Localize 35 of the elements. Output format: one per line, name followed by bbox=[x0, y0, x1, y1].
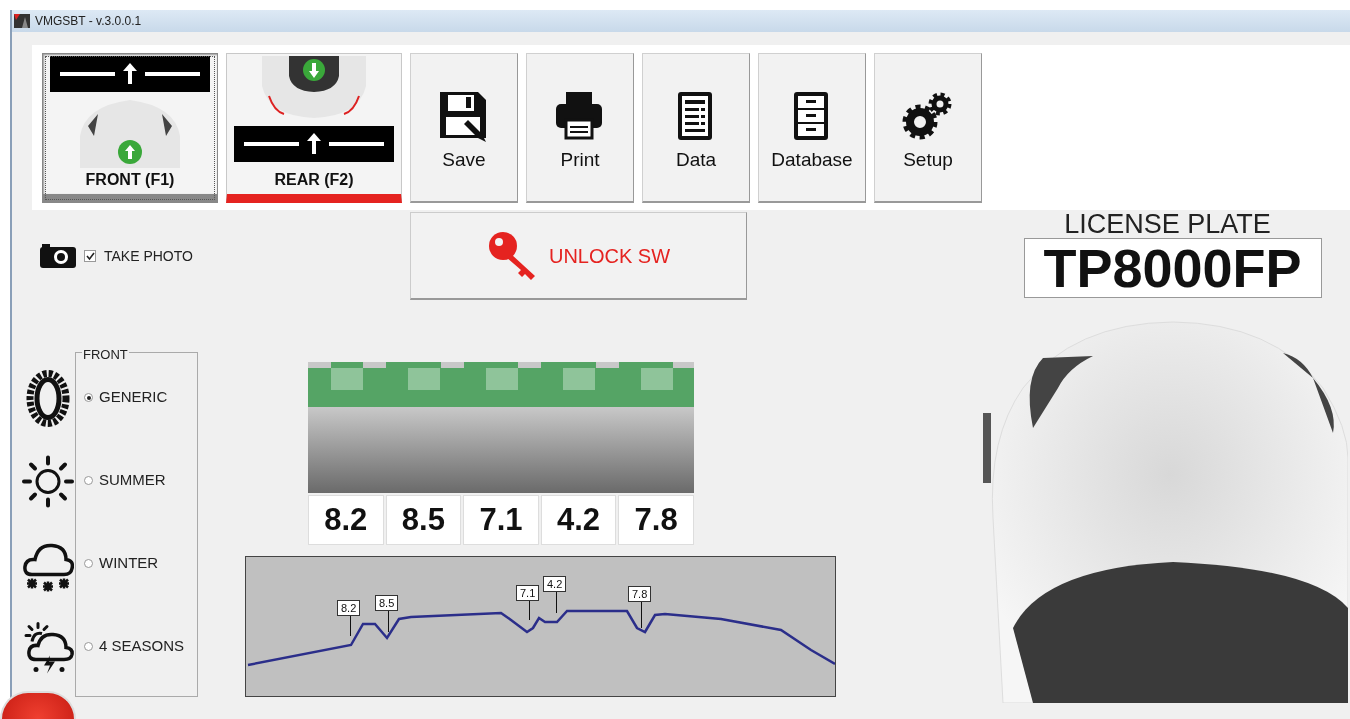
unlock-button[interactable]: UNLOCK SW bbox=[410, 212, 747, 300]
car-arrow-icon bbox=[49, 56, 211, 168]
tread-depth-reading: 8.2 bbox=[308, 495, 384, 545]
profile-marker-label: 7.8 bbox=[628, 586, 652, 602]
tire-type-radio[interactable]: GENERIC bbox=[84, 388, 197, 407]
profile-marker-label: 8.2 bbox=[337, 600, 361, 616]
leader-line bbox=[388, 611, 389, 632]
leader-line bbox=[350, 616, 351, 636]
tire-type-radio[interactable]: WINTER bbox=[84, 554, 197, 573]
toolbar-button[interactable]: Data bbox=[642, 53, 750, 203]
toolbar-button[interactable]: Save bbox=[410, 53, 518, 203]
tread-depth-reading: 7.8 bbox=[618, 495, 694, 545]
take-photo-label: TAKE PHOTO bbox=[104, 246, 193, 266]
toolbar-button[interactable]: Setup bbox=[874, 53, 982, 203]
tread-depth-reading: 7.1 bbox=[463, 495, 539, 545]
axle-tab[interactable]: REAR (F2) bbox=[226, 53, 402, 203]
profile-marker-label: 4.2 bbox=[543, 576, 567, 592]
tire-type-radio[interactable]: 4 SEASONS bbox=[84, 637, 197, 656]
tread-depth-reading: 4.2 bbox=[540, 495, 617, 545]
app-logo-icon bbox=[14, 14, 30, 28]
profile-marker-label: 7.1 bbox=[516, 585, 540, 601]
leader-line bbox=[556, 592, 557, 613]
camera-icon bbox=[40, 244, 76, 268]
license-plate-field[interactable]: TP8000FP bbox=[1023, 238, 1322, 298]
license-plate-label: LICENSE PLATE bbox=[1064, 210, 1271, 238]
tread-depth-reading: 8.5 bbox=[385, 495, 462, 545]
window-title: VMGSBT - v.3.0.0.1 bbox=[35, 13, 142, 30]
axle-tab[interactable]: FRONT (F1) bbox=[42, 53, 218, 203]
leader-line bbox=[529, 601, 530, 620]
take-photo-checkbox[interactable] bbox=[84, 250, 96, 262]
leader-line bbox=[641, 602, 642, 628]
tire-type-radio[interactable]: SUMMER bbox=[84, 471, 197, 490]
profile-marker-label: 8.5 bbox=[375, 595, 399, 611]
toolbar-button[interactable]: Database bbox=[758, 53, 866, 203]
toolbar-button[interactable]: Print bbox=[526, 53, 634, 203]
